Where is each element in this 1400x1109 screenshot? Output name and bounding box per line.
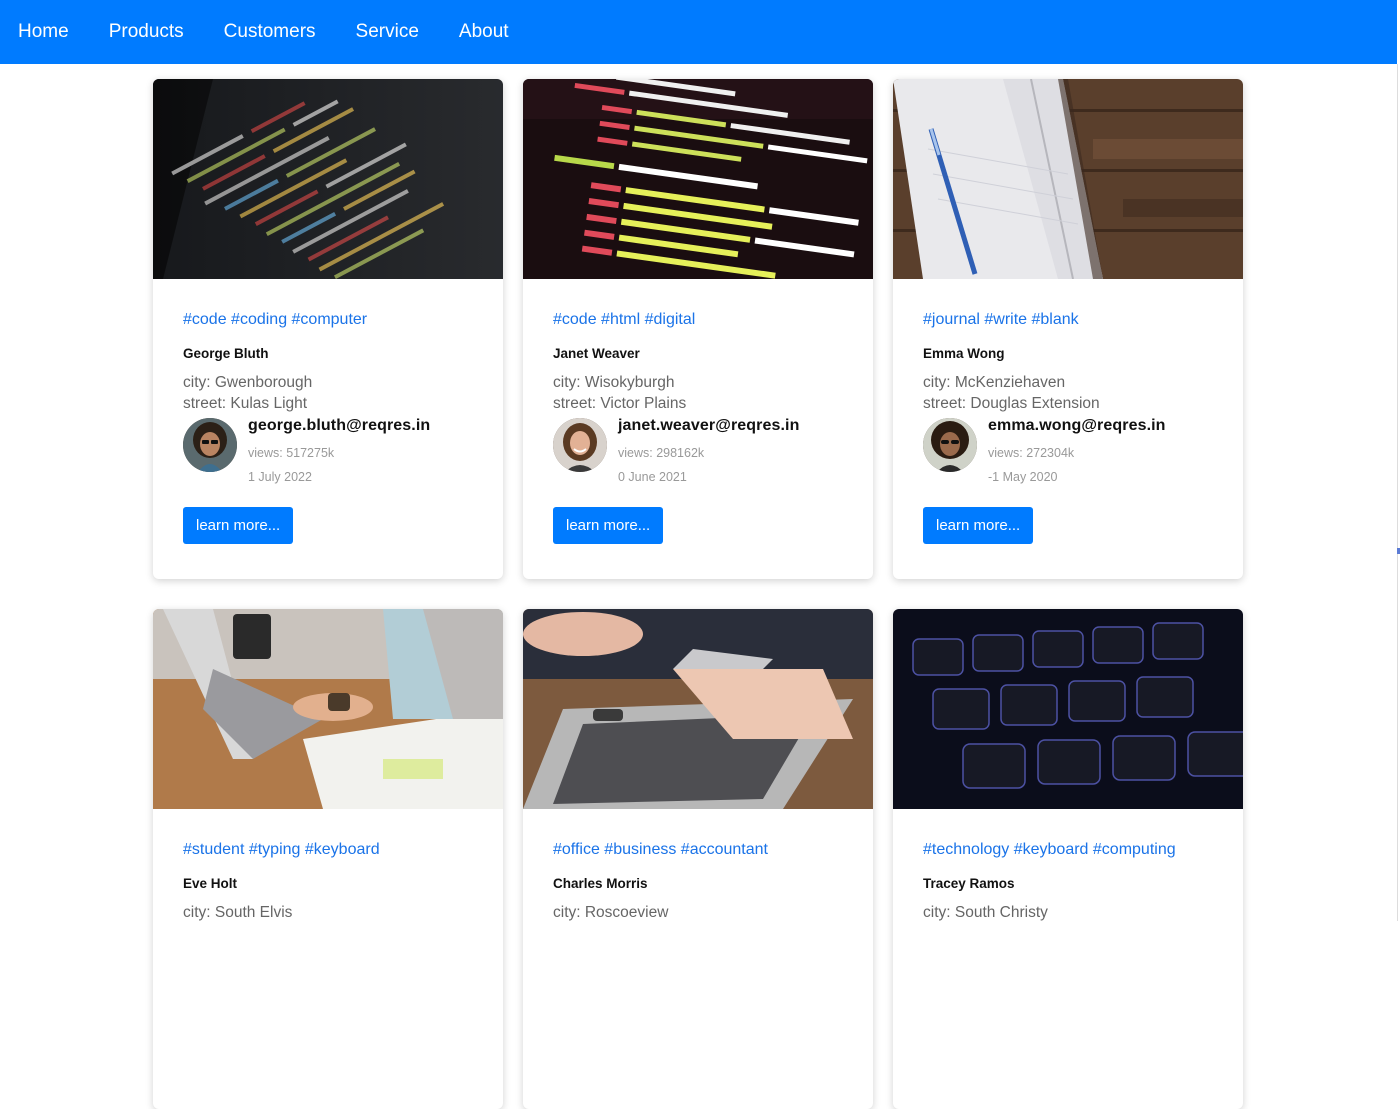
card-city: city: Gwenborough [183,374,313,391]
card-email[interactable]: george.bluth@reqres.in [248,417,430,435]
card-street: street: Victor Plains [553,395,687,412]
avatar [923,418,977,472]
card-name: George Bluth [183,346,269,361]
card-name: Tracey Ramos [923,876,1015,891]
card-city: city: Wisokyburgh [553,374,675,391]
card-city: city: Roscoeview [553,904,669,921]
card-person: emma.wong@reqres.in views: 272304k -1 Ma… [923,417,1213,484]
card-city: city: McKenziehaven [923,374,1066,391]
card: #office #business #accountant Charles Mo… [523,609,873,1109]
card-date: -1 May 2020 [988,470,1058,484]
card-address: city: Gwenborough street: Kulas Light [183,372,473,414]
card-address: city: Wisokyburgh street: Victor Plains [553,372,843,414]
card-views: views: 517275k [248,446,335,460]
card-city: city: South Christy [923,904,1048,921]
card-city: city: South Elvis [183,904,293,921]
keyboard-image [893,609,1243,809]
avatar [553,418,607,472]
card-street: street: Douglas Extension [923,395,1100,412]
card-date: 0 June 2021 [618,470,687,484]
card-tags[interactable]: #journal #write #blank [923,311,1213,331]
learn-more-button[interactable]: learn more... [183,507,294,544]
card-person: george.bluth@reqres.in views: 517275k 1 … [183,417,473,484]
card-address: city: Roscoeview [553,902,843,923]
card-views: views: 272304k [988,446,1075,460]
card: #code #coding #computer George Bluth cit… [153,79,503,579]
card-person: janet.weaver@reqres.in views: 298162k 0 … [553,417,843,484]
card-views: views: 298162k [618,446,705,460]
top-navbar: Home Products Customers Service About [0,0,1397,64]
nav-customers[interactable]: Customers [224,21,316,43]
card-grid: #code #coding #computer George Bluth cit… [153,79,1243,1109]
code-screen-image [523,79,873,279]
code-screen-image [153,79,503,279]
card-address: city: South Elvis [183,902,473,923]
card-name: Charles Morris [553,876,648,891]
nav-home[interactable]: Home [18,21,69,43]
card-tags[interactable]: #technology #keyboard #computing [923,841,1213,861]
phone-laptop-image [523,609,873,809]
avatar [183,418,237,472]
card-name: Emma Wong [923,346,1005,361]
nav-products[interactable]: Products [109,21,184,43]
card: #code #html #digital Janet Weaver city: … [523,79,873,579]
laptop-typing-image [153,609,503,809]
card-name: Janet Weaver [553,346,640,361]
notebook-image [893,79,1243,279]
card-tags[interactable]: #student #typing #keyboard [183,841,473,861]
card-name: Eve Holt [183,876,238,891]
learn-more-button[interactable]: learn more... [923,507,1034,544]
nav-service[interactable]: Service [356,21,419,43]
card-email[interactable]: emma.wong@reqres.in [988,417,1166,435]
nav-about[interactable]: About [459,21,509,43]
card-address: city: South Christy [923,902,1213,923]
card-address: city: McKenziehaven street: Douglas Exte… [923,372,1213,414]
card: #technology #keyboard #computing Tracey … [893,609,1243,1109]
card: #student #typing #keyboard Eve Holt city… [153,609,503,1109]
card: #journal #write #blank Emma Wong city: M… [893,79,1243,579]
card-tags[interactable]: #office #business #accountant [553,841,843,861]
learn-more-button[interactable]: learn more... [553,507,664,544]
card-email[interactable]: janet.weaver@reqres.in [618,417,799,435]
card-tags[interactable]: #code #html #digital [553,311,843,331]
card-date: 1 July 2022 [248,470,312,484]
card-street: street: Kulas Light [183,395,308,412]
card-tags[interactable]: #code #coding #computer [183,311,473,331]
scrollbar[interactable] [1397,64,1398,921]
